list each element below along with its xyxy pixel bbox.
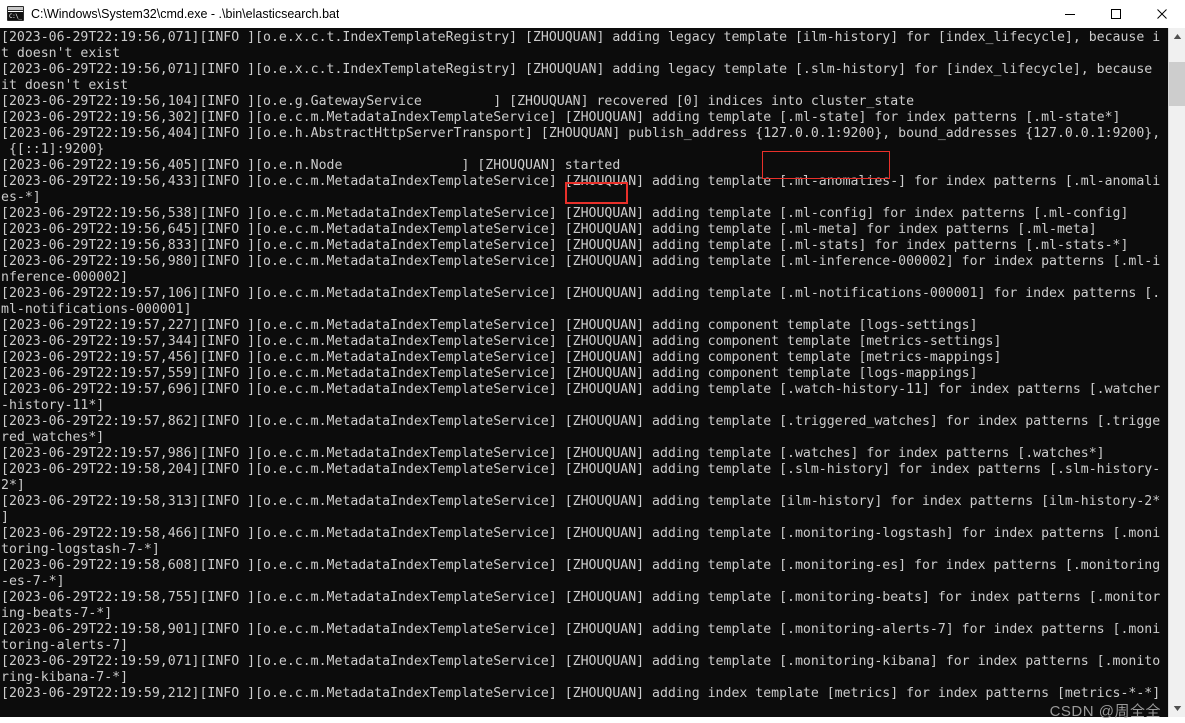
scrollbar-thumb[interactable]	[1169, 62, 1185, 106]
scroll-down-arrow-icon[interactable]	[1169, 700, 1185, 717]
cmd-icon-bar	[8, 7, 23, 11]
scroll-up-arrow-icon[interactable]	[1169, 28, 1185, 45]
titlebar-left-group: C:\_ C:\Windows\System32\cmd.exe - .\bin…	[0, 6, 1047, 21]
vertical-scrollbar[interactable]	[1168, 28, 1185, 717]
window-controls	[1047, 0, 1185, 28]
cmd-icon-screen: C:\_	[8, 12, 23, 20]
close-button[interactable]	[1139, 0, 1185, 28]
maximize-button[interactable]	[1093, 0, 1139, 28]
window-title: C:\Windows\System32\cmd.exe - .\bin\elas…	[31, 6, 340, 21]
console-area: [2023-06-29T22:19:56,071][INFO ][o.e.x.c…	[0, 28, 1185, 717]
csdn-watermark: CSDN @周全全	[1049, 703, 1161, 720]
window-bottom-edge	[0, 717, 1185, 723]
console-output[interactable]: [2023-06-29T22:19:56,071][INFO ][o.e.x.c…	[0, 28, 1168, 717]
window-titlebar[interactable]: C:\_ C:\Windows\System32\cmd.exe - .\bin…	[0, 0, 1185, 28]
scrollbar-track[interactable]	[1169, 45, 1185, 700]
minimize-button[interactable]	[1047, 0, 1093, 28]
cmd-icon: C:\_	[7, 6, 24, 21]
console-log-text: [2023-06-29T22:19:56,071][INFO ][o.e.x.c…	[1, 30, 1161, 701]
cmd-window: C:\_ C:\Windows\System32\cmd.exe - .\bin…	[0, 0, 1185, 723]
